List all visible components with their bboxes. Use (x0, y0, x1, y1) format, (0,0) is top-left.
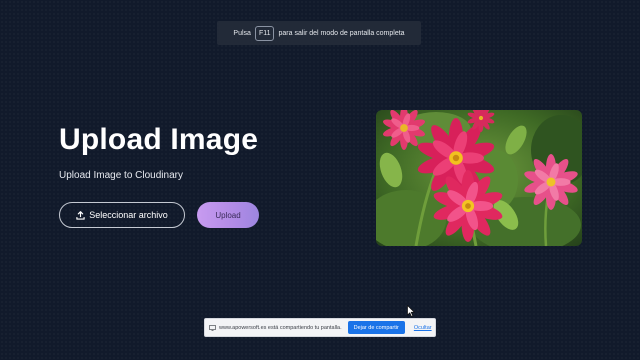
upload-button-label: Upload (215, 210, 241, 220)
hide-link[interactable]: Ocultar (414, 325, 432, 331)
select-file-label: Seleccionar archivo (89, 210, 168, 220)
fullscreen-hint-prefix: Pulsa (233, 29, 251, 37)
mouse-cursor-icon (407, 305, 415, 317)
stop-sharing-button[interactable]: Dejar de compartir (347, 321, 405, 334)
screen-share-bar: www.apowersoft.es está compartiendo tu p… (204, 318, 436, 337)
fullscreen-exit-hint: Pulsa F11 para salir del modo de pantall… (217, 21, 421, 45)
preview-image (376, 110, 582, 246)
flower-photo (376, 110, 582, 246)
fullscreen-hint-suffix: para salir del modo de pantalla completa (278, 29, 405, 37)
share-message: www.apowersoft.es está compartiendo tu p… (219, 324, 342, 331)
page-subtitle: Upload Image to Cloudinary (59, 170, 183, 181)
screen-share-icon (209, 324, 216, 331)
page-title: Upload Image (59, 123, 259, 156)
upload-icon (76, 210, 85, 220)
f11-key: F11 (254, 25, 275, 41)
upload-button[interactable]: Upload (197, 202, 259, 228)
select-file-button[interactable]: Seleccionar archivo (59, 202, 185, 228)
